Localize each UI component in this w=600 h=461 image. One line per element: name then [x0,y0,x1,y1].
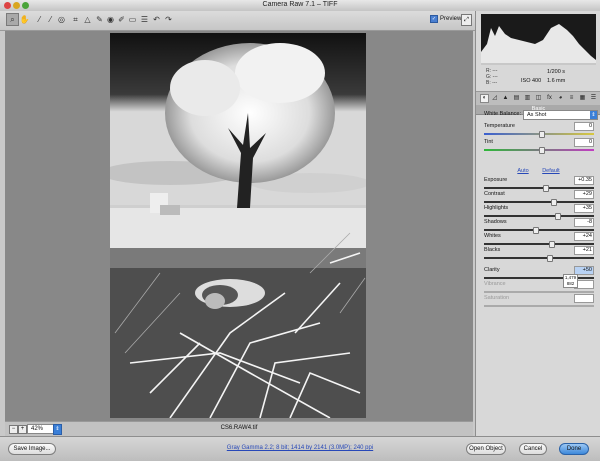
save-image-button[interactable]: Save Image... [8,443,56,455]
rotate-ccw-icon[interactable]: ↶ [151,14,162,25]
rotate-cw-icon[interactable]: ↷ [163,14,174,25]
straighten-tool-icon[interactable]: △ [82,14,93,25]
histogram-graph [481,24,596,65]
preview-label: Preview [440,16,462,22]
panel-tabs: ◐ ◿ ▲ ▤ ▥ ◫ fx ◕ ≡ ▦ ☰ [476,91,600,106]
photo-image [110,33,366,418]
slider-label: Shadows [484,219,507,225]
readout-b: B: --- [486,80,498,86]
zoom-tool-icon[interactable]: ⌕ [6,13,19,26]
chevron-down-icon: ⇕ [590,111,597,119]
slider-label: Whites [484,233,501,239]
slider-tint: Tint 0 [484,138,594,154]
fullscreen-button[interactable]: ⤢ [461,14,472,26]
hand-tool-icon[interactable]: ✋ [19,14,30,25]
white-balance-select[interactable]: As Shot ⇕ [523,110,598,120]
slider-highlights: Highlights +35 [484,204,594,220]
preview-toggle[interactable]: ✓ Preview [430,15,461,23]
slider-label: Contrast [484,191,505,197]
slider-label: Blacks [484,247,501,253]
tab-tone-curve-icon[interactable]: ◿ [491,95,498,102]
slider-whites: Whites +24 [484,232,594,248]
window-title: Camera Raw 7.1 – TIFF [262,1,338,8]
tab-hsl-icon[interactable]: ▤ [513,95,520,102]
slider-thumb[interactable] [539,131,546,138]
bottom-bar: Save Image... Gray Gamma 2.2; 8 bit; 141… [0,436,600,461]
red-eye-removal-tool-icon[interactable]: ◉ [105,14,116,25]
focal-length: 1.6 mm [547,78,566,84]
white-balance-value: As Shot [527,112,547,118]
slider-track[interactable] [484,257,594,259]
tab-effects-icon[interactable]: fx [546,95,553,102]
panel-menu-icon[interactable]: ☰ [590,95,597,102]
slider-label: Vibrance [484,281,506,287]
default-link[interactable]: Default [542,168,559,174]
slider-saturation: Saturation [484,294,594,309]
slider-label: Highlights [484,205,509,211]
color-sampler-tool-icon[interactable]: ⁄ [45,14,56,25]
photo-preview[interactable] [110,33,366,418]
slider-tooltip: 1,479 882 [563,274,578,288]
shutter-speed: 1/200 s [547,69,566,75]
slider-label: Saturation [484,295,510,301]
crop-tool-icon[interactable]: ⌗ [70,14,81,25]
slider-blacks: Blacks +21 [484,246,594,262]
white-balance-tool-icon[interactable]: ⁄ [34,14,45,25]
tab-basic-icon[interactable]: ◐ [480,94,489,103]
filename-label: CS6.RAW4.tif [220,425,258,431]
slider-thumb[interactable] [539,147,546,154]
auto-default-links: Auto Default [476,168,600,174]
tooltip-line-2: 882 [566,281,575,286]
slider-track[interactable] [484,305,594,307]
preview-checkbox[interactable]: ✓ [430,15,438,23]
graduated-filter-icon[interactable]: ▭ [127,14,138,25]
targeted-adjustment-tool-icon[interactable]: ◎ [56,14,67,25]
white-balance-row: White Balance: As Shot ⇕ [484,110,598,120]
slider-value-field[interactable]: 0 [574,122,594,131]
canvas-footer: − + 42% ⇕ CS6.RAW4.tif [5,421,473,436]
tab-presets-icon[interactable]: ≡ [568,95,575,102]
slider-value-field[interactable]: +35 [574,204,594,213]
slider-value-field[interactable]: +29 [574,190,594,199]
slider-exposure: Exposure +0.35 [484,176,594,192]
spot-removal-tool-icon[interactable]: ✎ [94,14,105,25]
slider-value-field[interactable]: +21 [574,246,594,255]
slider-track[interactable] [484,201,594,203]
workflow-options-link[interactable]: Gray Gamma 2.2; 8 bit; 1414 by 2141 (3.0… [190,445,410,451]
histogram [481,14,596,65]
white-balance-label: White Balance: [484,111,521,117]
slider-temperature: Temperature 0 [484,122,594,138]
slider-track[interactable] [484,291,594,293]
tab-snapshots-icon[interactable]: ▦ [579,95,586,102]
auto-link[interactable]: Auto [517,168,528,174]
slider-value-field[interactable] [574,294,594,303]
tab-camera-calibration-icon[interactable]: ◕ [557,95,564,102]
adjustments-panel: R: --- G: --- B: --- 1/200 s ISO 400 1.6… [475,11,600,436]
slider-track[interactable] [484,229,594,231]
slider-label: Exposure [484,177,508,183]
tab-lens-corrections-icon[interactable]: ◫ [535,95,542,102]
slider-label: Clarity [484,267,500,273]
iso-value: ISO 400 [521,78,542,84]
slider-track[interactable] [484,215,594,217]
adjustment-brush-icon[interactable]: ✐ [116,14,127,25]
slider-value-field[interactable]: -8 [574,218,594,227]
tab-split-toning-icon[interactable]: ▥ [524,95,531,102]
slider-shadows: Shadows -8 [484,218,594,234]
slider-value-field[interactable]: +0.35 [574,176,594,185]
tab-detail-icon[interactable]: ▲ [502,95,509,102]
done-button[interactable]: Done [559,443,589,455]
cancel-button[interactable]: Cancel [519,443,547,455]
slider-label: Temperature [484,123,515,129]
slider-thumb[interactable] [546,255,553,262]
slider-track[interactable] [484,243,594,245]
slider-label: Tint [484,139,493,145]
preferences-icon[interactable]: ☰ [139,14,150,25]
open-object-button[interactable]: Open Object [466,443,506,455]
camera-readout: R: --- G: --- B: --- 1/200 s ISO 400 1.6… [481,68,596,87]
slider-value-field[interactable]: 0 [574,138,594,147]
slider-value-field[interactable]: +24 [574,232,594,241]
slider-track[interactable] [484,187,594,189]
slider-contrast: Contrast +29 [484,190,594,206]
